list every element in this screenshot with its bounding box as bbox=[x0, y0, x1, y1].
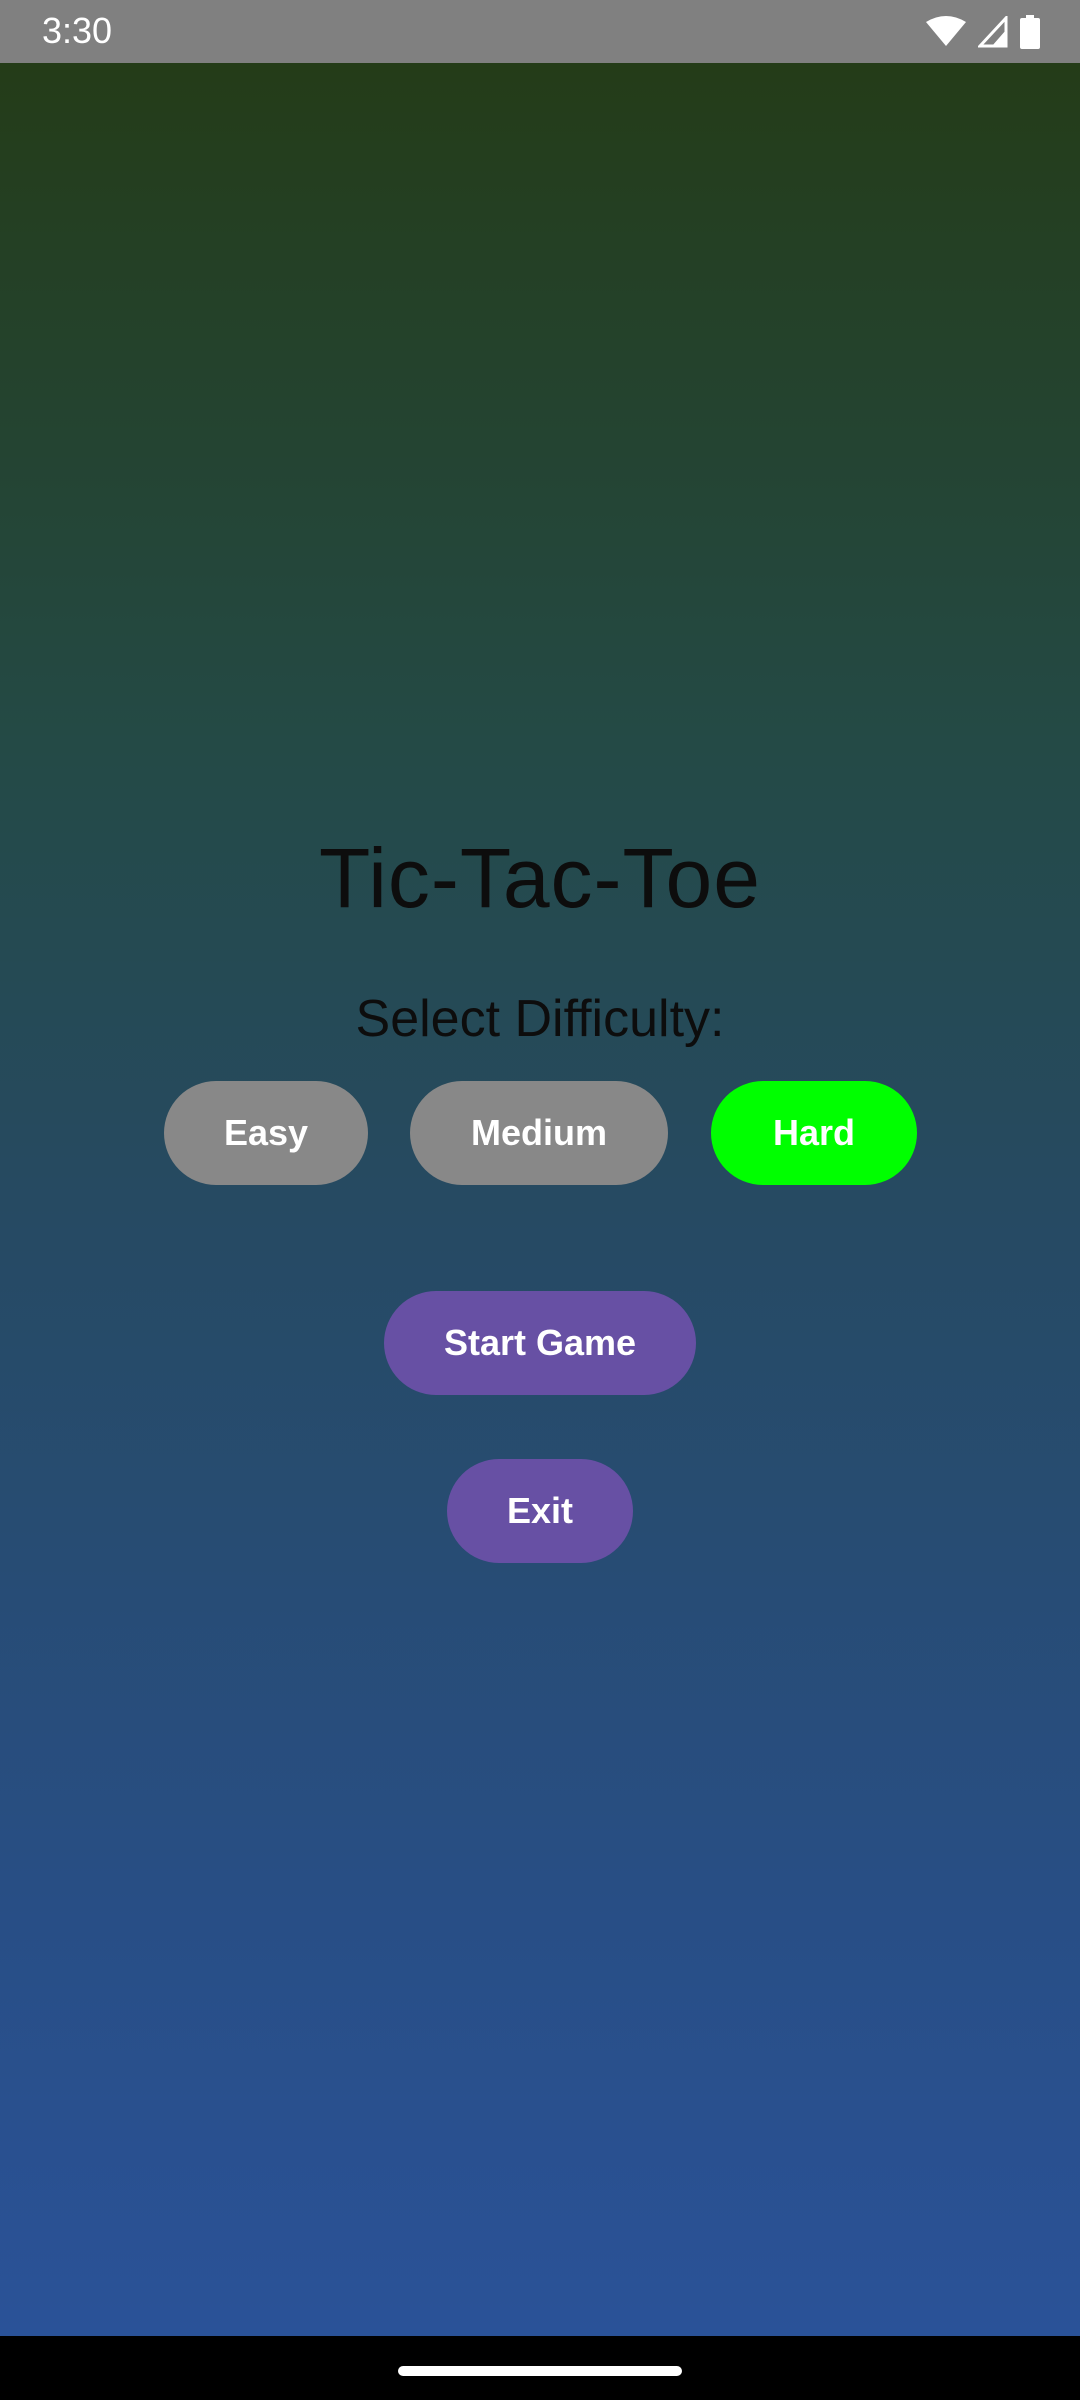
wifi-icon bbox=[926, 16, 966, 48]
navigation-bar bbox=[0, 2336, 1080, 2400]
hard-button[interactable]: Hard bbox=[711, 1081, 917, 1185]
status-icons bbox=[926, 12, 1040, 52]
status-time: 3:30 bbox=[42, 10, 113, 51]
battery-icon bbox=[1020, 15, 1040, 49]
app-screen: Tic-Tac-Toe Select Difficulty: Easy Medi… bbox=[0, 63, 1080, 2336]
difficulty-label: Select Difficulty: bbox=[355, 990, 725, 1048]
exit-button[interactable]: Exit bbox=[447, 1459, 633, 1563]
page-title: Tic-Tac-Toe bbox=[319, 831, 761, 925]
home-handle[interactable] bbox=[398, 2366, 682, 2376]
signal-icon bbox=[978, 16, 1008, 48]
easy-button[interactable]: Easy bbox=[164, 1081, 368, 1185]
start-game-button[interactable]: Start Game bbox=[384, 1291, 696, 1395]
medium-button[interactable]: Medium bbox=[410, 1081, 668, 1185]
status-bar: 3:30 bbox=[0, 0, 1080, 63]
